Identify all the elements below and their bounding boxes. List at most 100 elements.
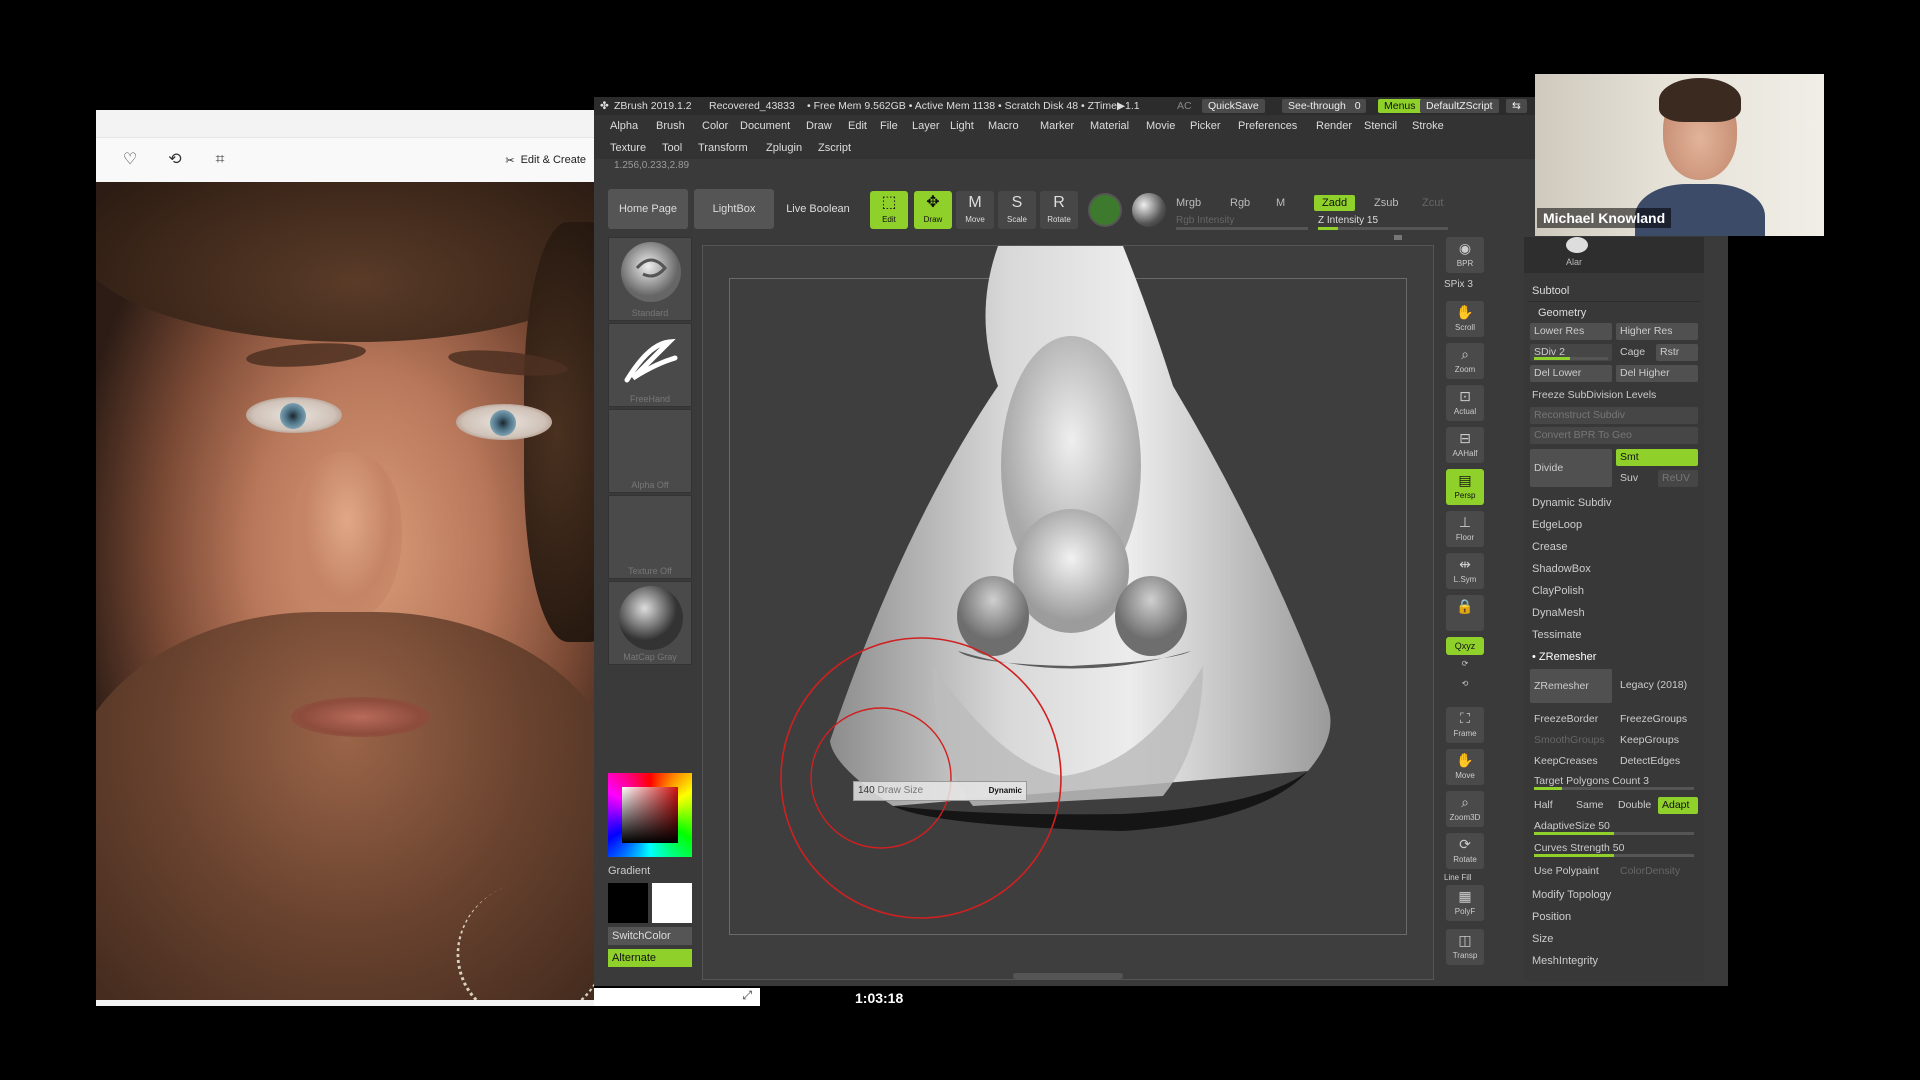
aahalf-button[interactable]: ⊟ AAHalf: [1446, 427, 1484, 463]
rp-item-crease[interactable]: Crease: [1532, 541, 1567, 553]
del-higher-button[interactable]: Del Higher: [1616, 365, 1698, 382]
lock-button[interactable]: 🔒: [1446, 595, 1484, 631]
del-lower-button[interactable]: Del Lower: [1530, 365, 1612, 382]
menu-item[interactable]: Stencil: [1364, 120, 1397, 132]
menu-item[interactable]: Zplugin: [766, 142, 802, 154]
live-boolean-button[interactable]: Live Boolean: [778, 189, 858, 229]
draw-mode-button[interactable]: ✥ Draw: [914, 191, 952, 229]
double-button[interactable]: Double: [1614, 797, 1656, 814]
menu-item[interactable]: Transform: [698, 142, 748, 154]
alar-tool-icon[interactable]: [1566, 237, 1588, 253]
color-swatch-button[interactable]: [1088, 193, 1122, 227]
rp-item-size[interactable]: Size: [1532, 933, 1553, 945]
default-zscript-button[interactable]: DefaultZScript: [1420, 99, 1499, 113]
convert-bpr-button[interactable]: Convert BPR To Geo: [1530, 427, 1698, 444]
menu-item[interactable]: Macro: [988, 120, 1019, 132]
quicksave-button[interactable]: QuickSave: [1202, 99, 1265, 113]
rp-item-dynamic-subdiv[interactable]: Dynamic Subdiv: [1532, 497, 1611, 509]
bpr-button[interactable]: ◉ BPR: [1446, 237, 1484, 273]
xyz-button[interactable]: Qxyz: [1446, 637, 1484, 655]
nose-sculpt-mesh[interactable]: [703, 246, 1435, 981]
seethrough-slider[interactable]: See-through 0: [1282, 99, 1366, 113]
menu-item[interactable]: Material: [1090, 120, 1129, 132]
zremesher-header[interactable]: • ZRemesher: [1532, 651, 1596, 663]
menu-item[interactable]: Marker: [1040, 120, 1074, 132]
zsub-toggle[interactable]: Zsub: [1366, 195, 1406, 211]
brush-selector[interactable]: Standard: [608, 237, 692, 321]
draw-size-popup[interactable]: 140 Draw Size Dynamic: [853, 781, 1027, 801]
actual-button[interactable]: ⊡ Actual: [1446, 385, 1484, 421]
rotate-icon[interactable]: ⟲: [165, 150, 185, 170]
menu-item[interactable]: Render: [1316, 120, 1352, 132]
detect-edges-toggle[interactable]: DetectEdges: [1616, 753, 1698, 770]
zadd-toggle[interactable]: Zadd: [1314, 195, 1356, 211]
material-selector[interactable]: MatCap Gray: [608, 581, 692, 665]
heart-icon[interactable]: ♡: [120, 150, 140, 170]
menu-item[interactable]: Stroke: [1412, 120, 1444, 132]
frame-button[interactable]: ⛶ Frame: [1446, 707, 1484, 743]
move-view-button[interactable]: ✋ Move: [1446, 749, 1484, 785]
menu-item[interactable]: Movie: [1146, 120, 1175, 132]
zcut-toggle[interactable]: Zcut: [1414, 195, 1451, 211]
rotate-view-button[interactable]: ⟳ Rotate: [1446, 833, 1484, 869]
alpha-selector[interactable]: Alpha Off: [608, 409, 692, 493]
menu-item[interactable]: Picker: [1190, 120, 1221, 132]
adapt-toggle[interactable]: Adapt: [1658, 797, 1698, 814]
dynamic-toggle[interactable]: Dynamic: [989, 782, 1022, 800]
menu-item[interactable]: Brush: [656, 120, 685, 132]
rp-item-claypolish[interactable]: ClayPolish: [1532, 585, 1584, 597]
menu-item[interactable]: Document: [740, 120, 790, 132]
spix-readout[interactable]: SPix 3: [1444, 279, 1473, 290]
color-picker-square[interactable]: [622, 787, 678, 843]
reuv-button[interactable]: ReUV: [1658, 470, 1698, 487]
smooth-groups-slider[interactable]: SmoothGroups: [1530, 732, 1612, 749]
lsym-button[interactable]: ⇹ L.Sym: [1446, 553, 1484, 589]
menu-item[interactable]: Color: [702, 120, 728, 132]
floor-button[interactable]: ⊥ Floor: [1446, 511, 1484, 547]
half-button[interactable]: Half: [1530, 797, 1570, 814]
menu-item[interactable]: Texture: [610, 142, 646, 154]
keep-groups-toggle[interactable]: KeepGroups: [1616, 732, 1698, 749]
rp-item-position[interactable]: Position: [1532, 911, 1571, 923]
alternate-button[interactable]: Alternate: [608, 949, 692, 967]
zoom3d-button[interactable]: ⌕ Zoom3D: [1446, 791, 1484, 827]
rp-item-edgeloop[interactable]: EdgeLoop: [1532, 519, 1582, 531]
zoom-button[interactable]: ⌕ Zoom: [1446, 343, 1484, 379]
expand-icon[interactable]: ⤢: [742, 988, 752, 1003]
lightbox-button[interactable]: LightBox: [694, 189, 774, 229]
crop-icon[interactable]: ⌗: [210, 150, 230, 170]
menu-item[interactable]: Layer: [912, 120, 940, 132]
stroke-selector[interactable]: FreeHand: [608, 323, 692, 407]
z-intensity-slider[interactable]: [1318, 227, 1448, 230]
m-toggle[interactable]: M: [1276, 197, 1285, 209]
edit-mode-button[interactable]: ⬚ Edit: [870, 191, 908, 229]
freeze-subdiv-levels[interactable]: Freeze SubDivision Levels: [1532, 389, 1656, 401]
rstr-button[interactable]: Rstr: [1656, 344, 1698, 361]
rotate-z-icon[interactable]: ⟲: [1446, 679, 1484, 697]
rp-item-dynamesh[interactable]: DynaMesh: [1532, 607, 1585, 619]
use-polypaint-toggle[interactable]: Use Polypaint: [1530, 863, 1612, 880]
rotate-y-icon[interactable]: ⟳: [1446, 659, 1484, 677]
canvas-scrollbar[interactable]: [1013, 973, 1123, 979]
polyf-button[interactable]: ▦ PolyF: [1446, 885, 1484, 921]
cage-button[interactable]: Cage: [1616, 344, 1654, 361]
edit-create-button[interactable]: ✂ Edit & Create: [505, 150, 586, 170]
rp-item-shadowbox[interactable]: ShadowBox: [1532, 563, 1591, 575]
rp-item-meshintegrity[interactable]: MeshIntegrity: [1532, 955, 1598, 967]
rgb-toggle[interactable]: Rgb: [1230, 197, 1250, 209]
move-mode-button[interactable]: M Move: [956, 191, 994, 229]
higher-res-button[interactable]: Higher Res: [1616, 323, 1698, 340]
menu-item[interactable]: Edit: [848, 120, 867, 132]
target-polygons-slider[interactable]: Target Polygons Count 3: [1530, 773, 1698, 790]
menu-item[interactable]: Light: [950, 120, 974, 132]
same-button[interactable]: Same: [1572, 797, 1612, 814]
rotate-mode-button[interactable]: R Rotate: [1040, 191, 1078, 229]
menu-item[interactable]: Alpha: [610, 120, 638, 132]
legacy-toggle[interactable]: Legacy (2018): [1616, 677, 1698, 694]
lower-res-button[interactable]: Lower Res: [1530, 323, 1612, 340]
zremesher-button[interactable]: ZRemesher: [1530, 669, 1612, 703]
color-picker[interactable]: [608, 773, 692, 857]
reconstruct-subdiv-button[interactable]: Reconstruct Subdiv: [1530, 407, 1698, 424]
sdiv-slider[interactable]: SDiv 2: [1530, 344, 1612, 361]
adaptive-size-slider[interactable]: AdaptiveSize 50: [1530, 818, 1698, 835]
